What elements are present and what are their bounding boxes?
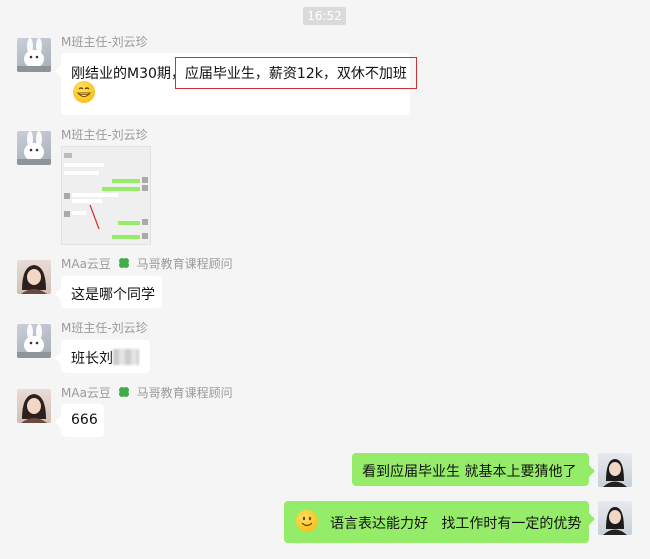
avatar[interactable] — [17, 260, 51, 294]
clover-icon — [118, 258, 129, 268]
avatar[interactable] — [17, 389, 51, 423]
person-avatar-icon — [21, 394, 47, 423]
sender-name: M班主任-刘云珍 — [61, 321, 148, 335]
chat-screenshot-thumbnail-icon — [62, 147, 150, 244]
highlight-box — [175, 57, 417, 89]
message-text: 语言表达能力好 找工作时有一定的优势 — [330, 516, 582, 532]
rabbit-avatar-icon — [17, 324, 51, 358]
avatar[interactable] — [17, 131, 51, 165]
sender-name: M班主任-刘云珍 — [61, 128, 148, 142]
person-avatar-icon — [603, 507, 627, 535]
avatar[interactable] — [17, 324, 51, 358]
message-text: 这是哪个同学 — [71, 287, 155, 303]
message-bubble[interactable]: 这是哪个同学 — [55, 276, 162, 308]
person-avatar-icon — [21, 265, 47, 294]
self-avatar[interactable] — [598, 453, 632, 487]
message-text: 看到应届毕业生 就基本上要猜他了 — [362, 464, 577, 480]
message-text: 班长刘 — [71, 351, 113, 367]
smile-emoji-icon — [296, 510, 318, 532]
sender-title: 马哥教育课程顾问 — [136, 386, 233, 400]
timestamp: 16:52 — [303, 7, 346, 25]
person-avatar-icon — [603, 459, 627, 487]
sender-name: MAa云豆 马哥教育课程顾问 — [61, 384, 233, 401]
image-thumbnail[interactable] — [61, 146, 151, 245]
message-bubble-self[interactable]: 看到应届毕业生 就基本上要猜他了 — [352, 453, 595, 486]
sender-name: MAa云豆 马哥教育课程顾问 — [61, 255, 233, 272]
message-bubble[interactable]: 666 — [55, 404, 104, 437]
sender-nickname: MAa云豆 — [61, 386, 111, 400]
self-avatar[interactable] — [598, 501, 632, 535]
message-bubble[interactable]: 班长刘 — [55, 340, 150, 373]
grin-emoji-icon — [73, 81, 95, 103]
clover-icon — [118, 387, 129, 397]
sender-nickname: MAa云豆 — [61, 257, 111, 271]
message-bubble-self[interactable]: 语言表达能力好 找工作时有一定的优势 — [284, 501, 595, 543]
redacted-mosaic — [113, 349, 139, 365]
sender-title: 马哥教育课程顾问 — [136, 257, 233, 271]
message-text: 666 — [71, 412, 98, 428]
rabbit-avatar-icon — [17, 38, 51, 72]
rabbit-avatar-icon — [17, 131, 51, 165]
message-text: 刚结业的M30期， — [71, 66, 185, 82]
sender-name: M班主任-刘云珍 — [61, 35, 148, 49]
avatar[interactable] — [17, 38, 51, 72]
